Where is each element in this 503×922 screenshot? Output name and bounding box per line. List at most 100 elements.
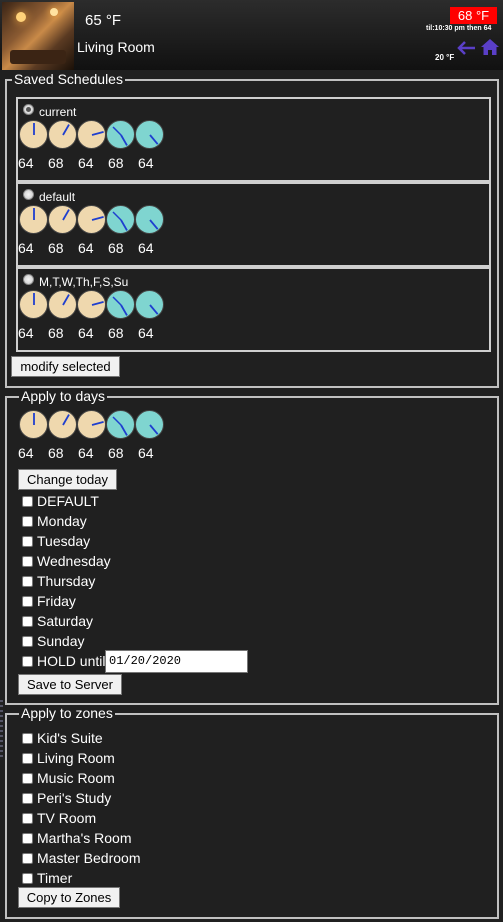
day-checkbox-row[interactable]: DEFAULT <box>22 492 99 510</box>
zone-label: Living Room <box>37 750 115 766</box>
zone-checkbox-row[interactable]: Peri's Study <box>22 789 111 807</box>
schedule-clock-icon <box>77 290 106 319</box>
day-label: Friday <box>37 593 76 609</box>
schedule-clock-icon <box>48 205 77 234</box>
day-checkbox[interactable] <box>22 575 33 587</box>
schedule-clock-icon <box>135 205 164 234</box>
zone-checkbox[interactable] <box>22 832 33 844</box>
day-checkbox-row[interactable]: Thursday <box>22 572 95 590</box>
period-temp: 64 <box>18 240 34 256</box>
schedule-clock-icon <box>19 290 48 319</box>
zone-checkbox-row[interactable]: Music Room <box>22 769 115 787</box>
saved-schedules-legend: Saved Schedules <box>12 71 125 87</box>
period-temp: 68 <box>48 325 64 341</box>
room-name: Living Room <box>77 39 155 55</box>
day-checkbox-row[interactable]: Sunday <box>22 632 84 650</box>
day-label: DEFAULT <box>37 493 99 509</box>
header-bar: 65 °F Living Room 68 °F til:10:30 pm the… <box>0 0 503 70</box>
day-schedule-clocks <box>19 410 164 439</box>
zone-checkbox[interactable] <box>22 852 33 864</box>
day-label: Tuesday <box>37 533 91 549</box>
period-temp: 64 <box>18 155 34 171</box>
schedule-temps: 64 68 64 68 64 <box>18 155 168 171</box>
period-temp: 64 <box>18 325 34 341</box>
day-checkbox[interactable] <box>22 635 33 647</box>
day-checkbox-row[interactable]: Tuesday <box>22 532 90 550</box>
day-checkbox-row[interactable]: Friday <box>22 592 76 610</box>
zone-checkbox-row[interactable]: Martha's Room <box>22 829 131 847</box>
schedule-clocks <box>19 205 164 234</box>
zone-checkbox[interactable] <box>22 772 33 784</box>
setpoint-badge[interactable]: 68 °F <box>450 7 497 24</box>
back-arrow-icon[interactable] <box>456 40 476 56</box>
apply-to-zones-legend: Apply to zones <box>19 705 115 721</box>
hold-date-input[interactable]: 01/20/2020 <box>105 650 248 673</box>
day-schedule-temps: 64 68 64 68 64 <box>18 445 168 461</box>
schedule-clock-icon <box>106 205 135 234</box>
modify-selected-button[interactable]: modify selected <box>11 356 120 377</box>
schedule-temps: 64 68 64 68 64 <box>18 325 168 341</box>
schedule-name: default <box>39 190 76 204</box>
schedule-temps: 64 68 64 68 64 <box>18 240 168 256</box>
day-checkbox[interactable] <box>22 615 33 627</box>
day-checkbox[interactable] <box>22 535 33 547</box>
schedule-clock-icon <box>19 205 48 234</box>
schedule-name: current <box>39 105 77 119</box>
day-checkbox-row[interactable]: Wednesday <box>22 552 111 570</box>
schedule-clock-icon <box>106 120 135 149</box>
schedule-clock-icon <box>135 120 164 149</box>
day-checkbox[interactable] <box>22 515 33 527</box>
day-checkbox[interactable] <box>22 555 33 567</box>
schedule-clock-icon <box>77 410 106 439</box>
zone-checkbox-row[interactable]: TV Room <box>22 809 96 827</box>
zone-label: Timer <box>37 870 73 886</box>
period-temp: 64 <box>18 445 34 461</box>
schedule-radio[interactable] <box>23 274 34 285</box>
day-checkbox[interactable] <box>22 495 33 507</box>
hold-checkbox[interactable] <box>22 655 33 667</box>
outside-temperature: 20 °F <box>435 53 455 62</box>
day-label: Monday <box>37 513 87 529</box>
zone-checkbox-row[interactable]: Master Bedroom <box>22 849 140 867</box>
zone-checkbox[interactable] <box>22 752 33 764</box>
copy-to-zones-button[interactable]: Copy to Zones <box>18 887 120 908</box>
day-label: Thursday <box>37 573 96 589</box>
schedule-clock-icon <box>77 205 106 234</box>
zone-checkbox[interactable] <box>22 812 33 824</box>
zone-checkbox[interactable] <box>22 732 33 744</box>
day-label: Saturday <box>37 613 94 629</box>
left-edge-strip <box>0 700 3 760</box>
zone-checkbox-row[interactable]: Kid's Suite <box>22 729 103 747</box>
save-to-server-button[interactable]: Save to Server <box>18 674 122 695</box>
current-temperature: 65 °F <box>85 12 122 29</box>
schedule-clocks <box>19 290 164 319</box>
schedule-radio[interactable] <box>23 189 34 200</box>
period-temp: 64 <box>78 445 94 461</box>
schedule-radio[interactable] <box>23 104 34 115</box>
zone-checkbox-row[interactable]: Timer <box>22 869 72 887</box>
period-temp: 64 <box>138 325 154 341</box>
day-label: Sunday <box>37 633 85 649</box>
zone-checkbox[interactable] <box>22 872 33 884</box>
schedule-clock-icon <box>19 120 48 149</box>
period-temp: 68 <box>48 240 64 256</box>
period-temp: 68 <box>108 155 124 171</box>
period-temp: 64 <box>78 155 94 171</box>
zone-checkbox-row[interactable]: Living Room <box>22 749 115 767</box>
schedule-clock-icon <box>106 410 135 439</box>
hold-checkbox-row[interactable]: HOLD until <box>22 652 105 670</box>
zone-checkbox[interactable] <box>22 792 33 804</box>
day-checkbox-row[interactable]: Monday <box>22 512 87 530</box>
change-today-button[interactable]: Change today <box>18 469 117 490</box>
hold-label: HOLD until <box>37 653 106 669</box>
period-temp: 68 <box>48 445 64 461</box>
schedule-clock-icon <box>106 290 135 319</box>
day-checkbox-row[interactable]: Saturday <box>22 612 93 630</box>
period-temp: 68 <box>48 155 64 171</box>
period-temp: 64 <box>138 155 154 171</box>
hold-until-text: til:10:30 pm then 64 <box>426 25 492 32</box>
zone-label: Kid's Suite <box>37 730 103 746</box>
schedule-clocks <box>19 120 164 149</box>
home-icon[interactable] <box>480 38 500 56</box>
day-checkbox[interactable] <box>22 595 33 607</box>
